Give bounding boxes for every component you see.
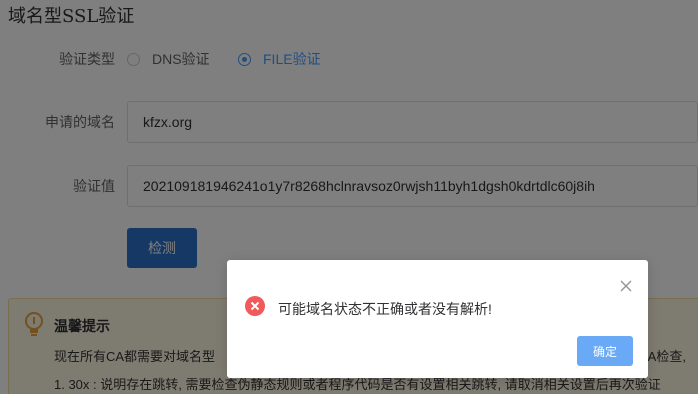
error-dialog: 可能域名状态不正确或者没有解析! 确定 (227, 260, 648, 378)
confirm-button[interactable]: 确定 (577, 336, 633, 366)
close-icon[interactable] (619, 279, 633, 293)
dialog-message: 可能域名状态不正确或者没有解析! (278, 301, 492, 317)
error-x-icon (245, 296, 265, 316)
